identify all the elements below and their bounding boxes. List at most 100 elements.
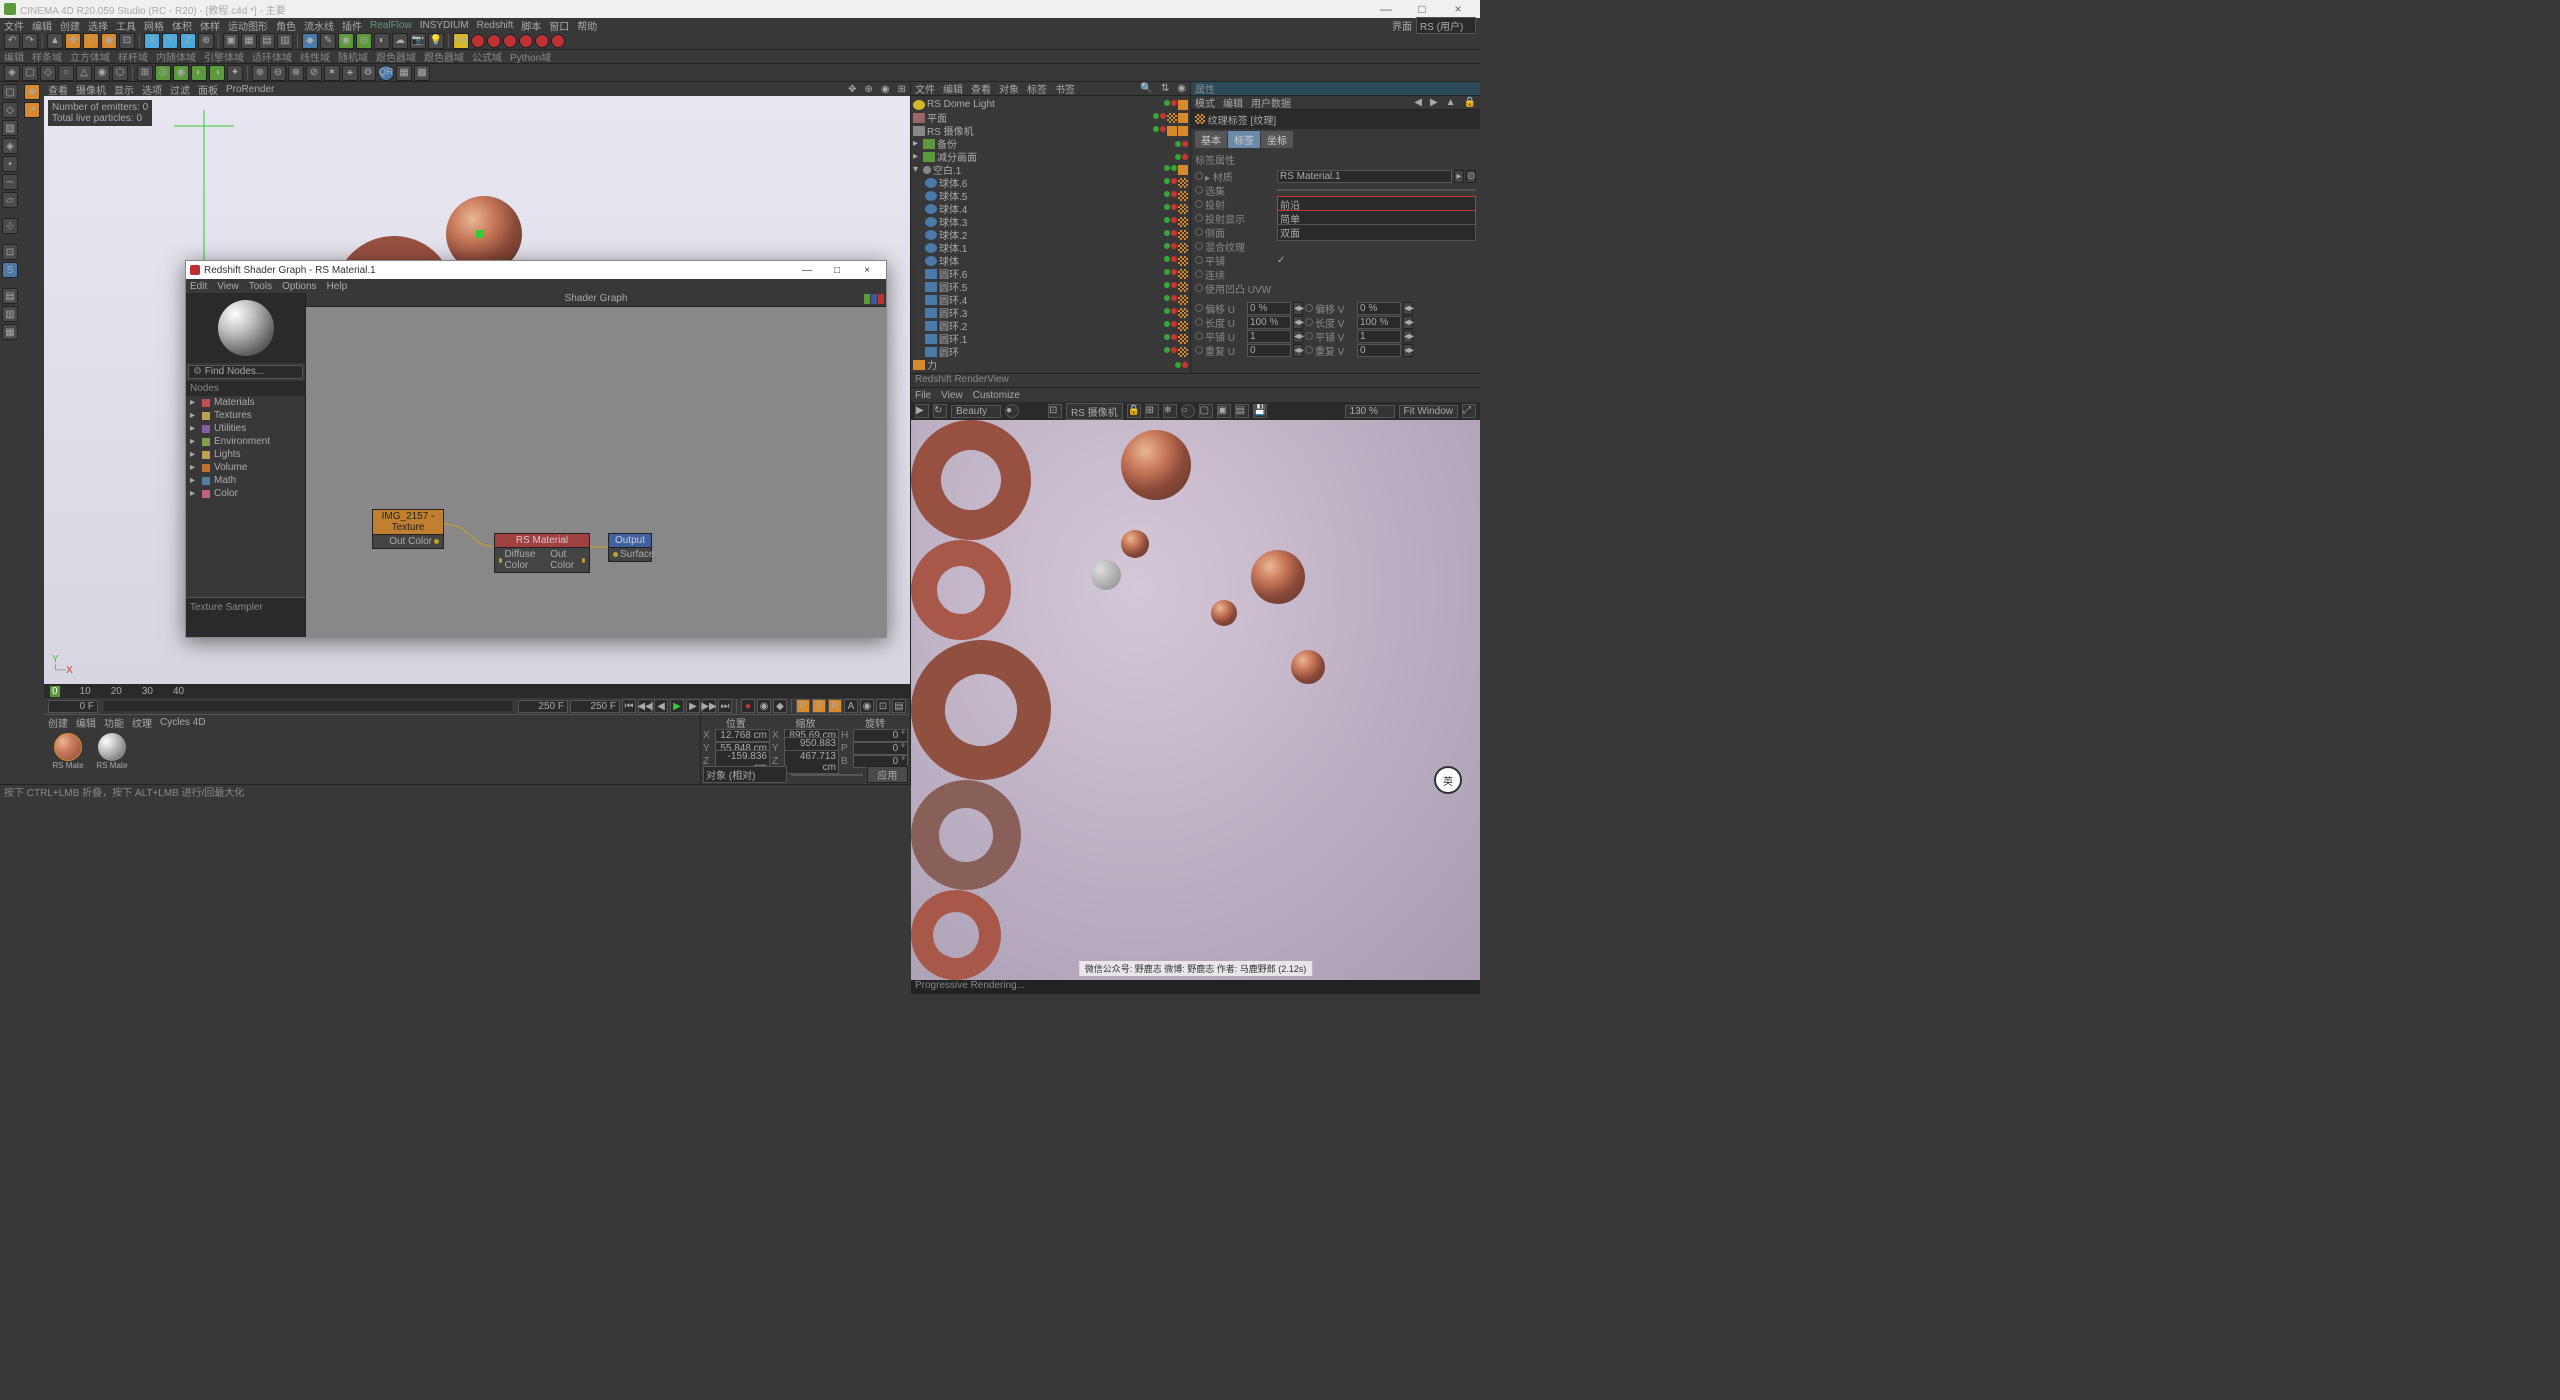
anim-dot-icon[interactable] <box>1195 270 1203 278</box>
field-button[interactable]: 随机域 <box>338 49 368 64</box>
menu-item[interactable]: 运动图形 <box>228 18 268 33</box>
expand-icon[interactable]: ▸ <box>913 151 923 162</box>
anim-dot-icon[interactable] <box>1195 332 1203 340</box>
tag-icon[interactable] <box>1164 204 1170 210</box>
attr-tab[interactable]: 属性 <box>1191 82 1480 96</box>
menu-item[interactable]: 创建 <box>60 18 80 33</box>
tag-icon[interactable] <box>1171 243 1177 249</box>
axis-x-button[interactable]: X <box>144 33 160 49</box>
camera-button[interactable]: 📷 <box>410 33 426 49</box>
recent-tool[interactable]: ⊡ <box>119 33 135 49</box>
attr-tab-tag[interactable]: 标签 <box>1228 131 1260 148</box>
anim-dot-icon[interactable] <box>1195 200 1203 208</box>
mat-menu-item[interactable]: 功能 <box>104 715 124 730</box>
menu-item[interactable]: 体样 <box>200 18 220 33</box>
take-button[interactable]: ▥ <box>277 33 293 49</box>
anim-dot-icon[interactable] <box>1305 318 1313 326</box>
vp-menu-item[interactable]: 面板 <box>198 82 218 97</box>
node-category[interactable]: ▸Math <box>186 474 305 487</box>
tag-icon[interactable] <box>1171 308 1177 314</box>
clear-icon[interactable]: ⊙ <box>1466 170 1476 183</box>
tool-icon[interactable]: ◉ <box>173 65 189 81</box>
coord-field[interactable]: 0 ° <box>853 729 908 742</box>
spinner-icon[interactable]: ◂▸ <box>1293 330 1303 343</box>
tag-icon[interactable] <box>1182 154 1188 160</box>
menu-item[interactable]: 插件 <box>342 18 362 33</box>
spinner-icon[interactable]: ◂▸ <box>1403 316 1413 329</box>
tag-icon[interactable] <box>1164 256 1170 262</box>
tag-icon[interactable] <box>1178 334 1188 344</box>
field-button[interactable]: 内随体域 <box>156 49 196 64</box>
snapshot2-icon[interactable]: ▣ <box>1217 404 1231 418</box>
search-icon[interactable]: 🔍 <box>1140 83 1152 94</box>
lock-icon[interactable]: 🔒 <box>1127 404 1141 418</box>
object-row[interactable]: 力 <box>911 358 1190 371</box>
anim-dot-icon[interactable] <box>1195 228 1203 236</box>
menu-item[interactable]: 网格 <box>144 18 164 33</box>
tool-icon[interactable]: ⊞ <box>137 65 153 81</box>
crop-icon[interactable]: ⊡ <box>1048 404 1062 418</box>
window-maximize[interactable]: □ <box>1404 2 1440 16</box>
record-pl-button[interactable] <box>535 34 549 48</box>
deformer-button[interactable]: ◐ <box>374 33 390 49</box>
tag-icon[interactable] <box>1171 321 1177 327</box>
field-button[interactable]: 样杆域 <box>118 49 148 64</box>
extrude-button[interactable]: ◎ <box>356 33 372 49</box>
out-port[interactable]: Out Color <box>550 549 585 571</box>
nav-up-icon[interactable]: ▲ <box>1446 97 1456 108</box>
tool-icon[interactable]: ◉ <box>94 65 110 81</box>
om-menu-item[interactable]: 文件 <box>915 81 935 96</box>
tag-icon[interactable] <box>1164 217 1170 223</box>
tag-icon[interactable] <box>1164 334 1170 340</box>
eye-icon[interactable]: ◉ <box>1177 83 1186 94</box>
menu-item[interactable]: 工具 <box>116 18 136 33</box>
record-s-button[interactable] <box>487 34 501 48</box>
point-mode-button[interactable]: • <box>2 156 18 172</box>
expand-icon[interactable]: ▸ <box>190 488 198 499</box>
tool-icon[interactable]: ⊘ <box>306 65 322 81</box>
psr-button[interactable]: PSR <box>453 33 469 49</box>
filter-icon[interactable]: ⇅ <box>1161 83 1169 94</box>
viewport-solo3-button[interactable]: ▦ <box>2 324 18 340</box>
attr-value-field[interactable]: RS Material.1 <box>1277 170 1452 183</box>
prev-key-button[interactable]: ◀◀ <box>638 699 652 713</box>
tag-icon[interactable] <box>1164 321 1170 327</box>
coord-field[interactable]: 0 ° <box>853 742 908 755</box>
vp-menu-item[interactable]: 显示 <box>114 82 134 97</box>
render-zoom-field[interactable]: 130 % <box>1345 405 1395 418</box>
tool-icon[interactable]: ⚙ <box>360 65 376 81</box>
tag-icon[interactable] <box>1164 308 1170 314</box>
tool-icon[interactable]: ⚹ <box>342 65 358 81</box>
vp-menu-item[interactable]: 摄像机 <box>76 82 106 97</box>
anim-dot-icon[interactable] <box>1195 214 1203 222</box>
tag-icon[interactable] <box>1175 154 1181 160</box>
axis-mode-button[interactable]: ⊹ <box>2 218 18 234</box>
expand-icon[interactable]: ▾ <box>913 164 923 175</box>
in-port[interactable]: Surface <box>613 549 654 560</box>
out-port[interactable]: Out Color <box>389 536 439 547</box>
tag-icon[interactable] <box>1178 256 1188 266</box>
material-swatch[interactable]: RS Mate <box>48 733 88 777</box>
tag-icon[interactable] <box>1178 347 1188 357</box>
menu-item[interactable]: INSYDIUM <box>420 20 469 31</box>
attr-value-field[interactable]: 1 <box>1247 330 1291 343</box>
tag-icon[interactable] <box>1171 204 1177 210</box>
tool-icon[interactable]: △ <box>76 65 92 81</box>
menu-item[interactable]: 编辑 <box>32 18 52 33</box>
attr-value-field[interactable]: 100 % <box>1247 316 1291 329</box>
axis-y-button[interactable]: Y <box>162 33 178 49</box>
tool-icon[interactable]: ⊗ <box>288 65 304 81</box>
model-mode-button[interactable]: ◇ <box>2 102 18 118</box>
tag-icon[interactable] <box>1178 308 1188 318</box>
spinner-icon[interactable]: ◂▸ <box>1293 316 1303 329</box>
key-opt-button[interactable]: ⊡ <box>876 699 890 713</box>
object-tree[interactable]: RS Dome Light平面RS 摄像机▸备份▸减分画面▾空白.1球体.6球体… <box>911 96 1190 373</box>
poly-mode-button[interactable]: ▱ <box>2 192 18 208</box>
nav-icon[interactable]: ⊞ <box>898 84 906 95</box>
tag-icon[interactable] <box>1182 141 1188 147</box>
tag-icon[interactable] <box>1171 230 1177 236</box>
field-button[interactable]: 跟色器域 <box>424 49 464 64</box>
expand-icon[interactable]: ▸ <box>190 397 198 408</box>
attr-tab-coord[interactable]: 坐标 <box>1261 131 1293 148</box>
nav-fwd-icon[interactable]: ▶ <box>1430 97 1438 108</box>
